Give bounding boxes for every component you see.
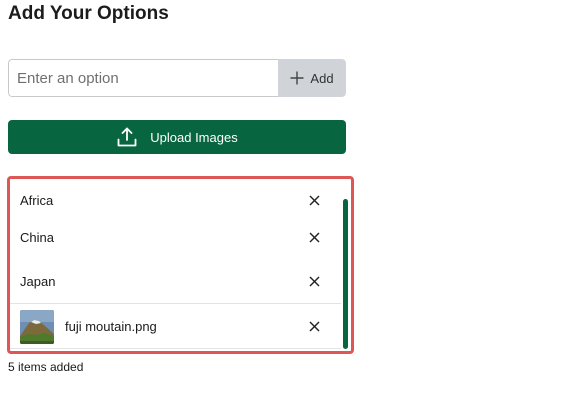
image-thumbnail [20, 309, 54, 344]
page-title: Add Your Options [8, 3, 169, 24]
upload-images-button[interactable]: Upload Images [8, 120, 346, 154]
list-item: fuji moutain.png [10, 305, 341, 349]
upload-icon [116, 126, 138, 148]
items-count: 5 items added [8, 360, 84, 374]
options-page: Add Your Options Add Upload Images Afric… [0, 0, 571, 393]
list-item: China [10, 215, 341, 261]
close-icon [309, 195, 320, 206]
remove-item-button[interactable] [307, 231, 321, 245]
list-item-label: fuji moutain.png [65, 319, 157, 334]
upload-button-label: Upload Images [150, 129, 238, 145]
plus-icon [290, 71, 304, 85]
list-item-label: China [20, 230, 54, 245]
option-input[interactable] [8, 59, 278, 97]
close-icon [309, 276, 320, 287]
remove-item-button[interactable] [307, 275, 321, 289]
add-button[interactable]: Add [278, 59, 346, 97]
list-scrollbar[interactable] [343, 199, 348, 349]
list-item: Japan [10, 260, 341, 304]
remove-item-button[interactable] [307, 194, 321, 208]
list-item-label: Africa [20, 193, 54, 208]
remove-item-button[interactable] [307, 320, 321, 334]
options-list: Africa China Japan fuji moutain.png [7, 176, 354, 354]
add-button-label: Add [310, 70, 334, 86]
close-icon [309, 232, 320, 243]
option-input-row: Add [8, 59, 346, 97]
list-item-label: Japan [20, 274, 56, 289]
close-icon [309, 321, 320, 332]
